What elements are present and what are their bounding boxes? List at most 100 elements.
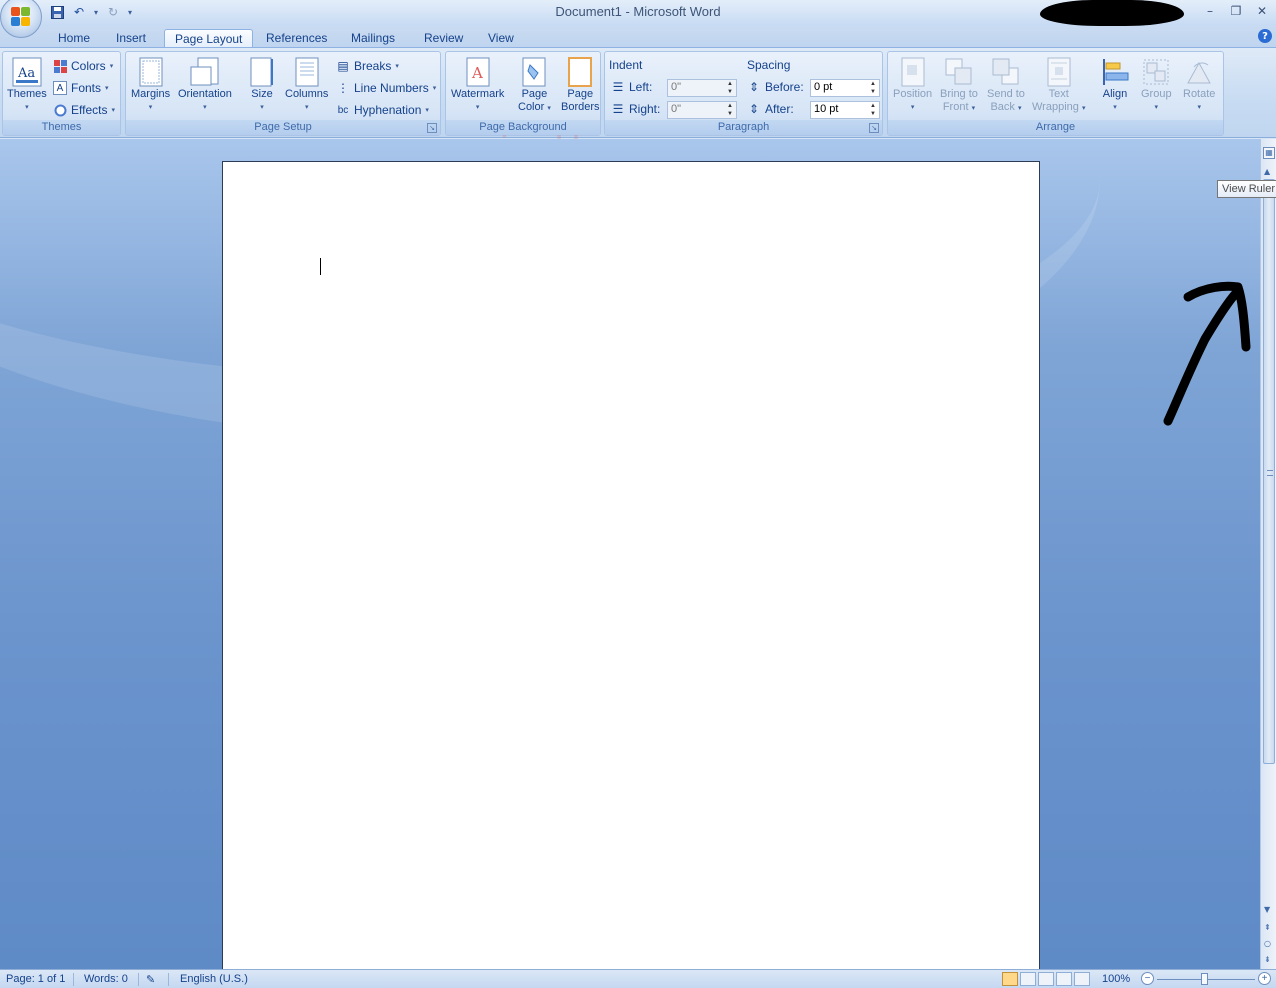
spacing-after-row: ⇕ After: bbox=[748, 102, 794, 116]
group-button[interactable]: Group ▾ bbox=[1141, 56, 1172, 114]
vertical-scrollbar[interactable]: ▦ ▲ ▼ ⇞ ○ ⇟ bbox=[1260, 139, 1276, 969]
ribbon-tab-bar: Home Insert Page Layout References Maili… bbox=[0, 26, 1276, 49]
view-ruler-icon[interactable]: ▦ bbox=[1263, 147, 1275, 159]
size-button[interactable]: Size ▾ bbox=[247, 56, 277, 114]
theme-colors-button[interactable]: Colors ▾ bbox=[53, 56, 113, 76]
spin-arrows-icon[interactable]: ▲ ▼ bbox=[869, 102, 877, 118]
status-bar: Page: 1 of 1 Words: 0 ✎ English (U.S.) 1… bbox=[0, 969, 1276, 988]
align-icon bbox=[1100, 56, 1130, 88]
group-icon bbox=[1141, 56, 1171, 88]
rotate-icon bbox=[1184, 56, 1214, 88]
next-page-icon[interactable]: ⇟ bbox=[1264, 955, 1271, 964]
ribbon: Aa Themes ▾ Colors ▾ A Fonts ▾ Effects ▾… bbox=[0, 47, 1276, 160]
theme-effects-button[interactable]: Effects ▾ bbox=[53, 100, 115, 120]
indent-left-icon: ☰ bbox=[612, 80, 624, 94]
document-workspace bbox=[0, 139, 1260, 969]
zoom-out-icon[interactable]: − bbox=[1141, 972, 1154, 985]
position-icon bbox=[898, 56, 928, 88]
close-icon[interactable]: ✕ bbox=[1252, 2, 1272, 20]
zoom-level[interactable]: 100% bbox=[1102, 973, 1130, 985]
size-icon bbox=[247, 56, 277, 88]
help-icon[interactable]: ? bbox=[1258, 29, 1272, 43]
zoom-in-icon[interactable]: + bbox=[1258, 972, 1271, 985]
title-bar: ↶ ▾ ↻ ▾ Document1 - Microsoft Word – ❐ ✕ bbox=[0, 0, 1276, 38]
zoom-slider-thumb[interactable] bbox=[1201, 973, 1208, 985]
text-cursor bbox=[320, 258, 321, 275]
send-to-back-button[interactable]: Send to Back ▾ bbox=[987, 56, 1025, 115]
redacted-area bbox=[1040, 0, 1184, 26]
draft-icon[interactable] bbox=[1074, 972, 1090, 986]
text-wrapping-button[interactable]: Text Wrapping ▾ bbox=[1032, 56, 1085, 115]
page-color-icon bbox=[519, 56, 549, 88]
outline-icon[interactable] bbox=[1056, 972, 1072, 986]
scroll-down-icon[interactable]: ▼ bbox=[1264, 905, 1270, 914]
arrange-group: Position ▾ Bring to Front ▾ Send to Back… bbox=[887, 51, 1224, 136]
line-numbers-button[interactable]: ⋮ Line Numbers ▾ bbox=[336, 78, 436, 98]
web-layout-icon[interactable] bbox=[1038, 972, 1054, 986]
group-label: Arrange bbox=[888, 120, 1223, 135]
spacing-before-input[interactable]: 0 pt ▲ ▼ bbox=[810, 79, 880, 97]
bring-to-front-button[interactable]: Bring to Front ▾ bbox=[940, 56, 978, 115]
indent-right-row: ☰ Right: bbox=[612, 102, 661, 116]
tab-view[interactable]: View bbox=[478, 29, 524, 48]
page-borders-icon bbox=[565, 56, 595, 88]
view-ruler-tooltip: View Ruler bbox=[1217, 180, 1276, 198]
dialog-launcher-icon[interactable]: ↘ bbox=[869, 123, 879, 133]
themes-icon: Aa bbox=[12, 56, 42, 88]
group-label: Paragraph bbox=[605, 120, 882, 135]
scroll-thumb[interactable] bbox=[1263, 179, 1275, 764]
indent-left-input[interactable]: 0" ▲ ▼ bbox=[667, 79, 737, 97]
text-wrapping-icon bbox=[1044, 56, 1074, 88]
rotate-button[interactable]: Rotate ▾ bbox=[1183, 56, 1215, 114]
themes-button[interactable]: Aa Themes ▾ bbox=[7, 56, 47, 114]
watermark-button[interactable]: A Watermark ▾ bbox=[451, 56, 504, 114]
minimize-icon[interactable]: – bbox=[1200, 2, 1220, 20]
page-color-button[interactable]: Page Color ▾ bbox=[518, 56, 551, 115]
print-layout-icon[interactable] bbox=[1002, 972, 1018, 986]
chevron-down-icon: ▾ bbox=[25, 104, 29, 111]
svg-text:Aa: Aa bbox=[17, 66, 35, 81]
scroll-up-icon[interactable]: ▲ bbox=[1264, 167, 1270, 176]
paragraph-group: Indent ☰ Left: 0" ▲ ▼ ☰ Right: 0" ▲ ▼ Spac… bbox=[604, 51, 883, 136]
indent-right-input[interactable]: 0" ▲ ▼ bbox=[667, 101, 737, 119]
tab-page-layout[interactable]: Page Layout bbox=[164, 29, 254, 49]
language-indicator[interactable]: English (U.S.) bbox=[180, 973, 248, 985]
hyphenation-button[interactable]: bc Hyphenation ▾ bbox=[336, 100, 429, 120]
columns-button[interactable]: Columns ▾ bbox=[285, 56, 328, 114]
full-screen-reading-icon[interactable] bbox=[1020, 972, 1036, 986]
document-page[interactable] bbox=[222, 161, 1040, 969]
proofing-icon[interactable]: ✎ bbox=[146, 973, 155, 986]
svg-text:A: A bbox=[471, 64, 483, 82]
tab-home[interactable]: Home bbox=[48, 29, 100, 48]
columns-icon bbox=[292, 56, 322, 88]
send-to-back-icon bbox=[991, 56, 1021, 88]
effects-icon bbox=[53, 103, 67, 117]
tab-mailings[interactable]: Mailings bbox=[341, 29, 405, 48]
colors-icon bbox=[53, 59, 67, 73]
spin-arrows-icon[interactable]: ▲ ▼ bbox=[869, 80, 877, 96]
position-button[interactable]: Position ▾ bbox=[893, 56, 932, 114]
word-count[interactable]: Words: 0 bbox=[84, 973, 128, 985]
hyphenation-icon: bc bbox=[337, 104, 349, 116]
previous-page-icon[interactable]: ⇞ bbox=[1264, 923, 1271, 932]
spin-arrows-icon[interactable]: ▲ ▼ bbox=[726, 80, 734, 96]
page-borders-button[interactable]: Page Borders bbox=[561, 56, 600, 114]
dialog-launcher-icon[interactable]: ↘ bbox=[427, 123, 437, 133]
page-count[interactable]: Page: 1 of 1 bbox=[6, 973, 65, 985]
breaks-icon: ▤ bbox=[337, 59, 349, 73]
watermark-icon: A bbox=[463, 56, 493, 88]
view-buttons bbox=[1002, 972, 1090, 986]
group-label: Page Background bbox=[446, 120, 600, 135]
select-browse-object-icon[interactable]: ○ bbox=[1264, 939, 1271, 948]
orientation-button[interactable]: Orientation ▾ bbox=[178, 56, 232, 114]
spacing-after-input[interactable]: 10 pt ▲ ▼ bbox=[810, 101, 880, 119]
tab-insert[interactable]: Insert bbox=[106, 29, 156, 48]
spin-arrows-icon[interactable]: ▲ ▼ bbox=[726, 102, 734, 118]
align-button[interactable]: Align ▾ bbox=[1100, 56, 1130, 114]
tab-review[interactable]: Review bbox=[414, 29, 473, 48]
theme-fonts-button[interactable]: A Fonts ▾ bbox=[53, 78, 109, 98]
margins-button[interactable]: Margins ▾ bbox=[131, 56, 170, 114]
breaks-button[interactable]: ▤ Breaks ▾ bbox=[336, 56, 399, 76]
restore-icon[interactable]: ❐ bbox=[1226, 2, 1246, 20]
tab-references[interactable]: References bbox=[256, 29, 337, 48]
